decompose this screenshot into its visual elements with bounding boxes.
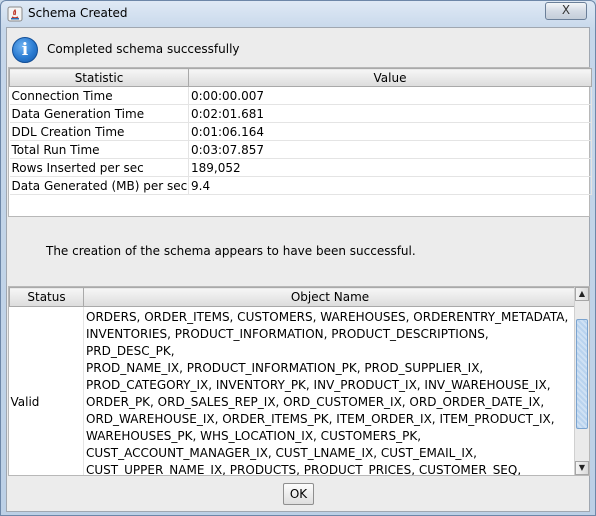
scroll-up-button[interactable]: ▲: [575, 287, 589, 301]
table-row[interactable]: Data Generation Time 0:02:01.681: [9, 104, 592, 123]
window-title: Schema Created: [28, 6, 128, 20]
close-icon: X: [561, 3, 571, 17]
table-row[interactable]: Total Run Time 0:03:07.857: [9, 140, 592, 159]
statistics-header-row: Statistic Value: [9, 68, 592, 87]
statistics-table: Statistic Value Connection Time 0:00:00.…: [9, 68, 592, 195]
schema-created-dialog: Schema Created X i Completed schema succ…: [0, 0, 596, 516]
statistic-value: 0:00:00.007: [188, 86, 592, 105]
arrow-up-icon: ▲: [578, 289, 586, 298]
table-row[interactable]: Data Generated (MB) per sec 9.4: [9, 176, 592, 195]
title-bar[interactable]: Schema Created X: [1, 1, 595, 27]
info-banner: i Completed schema successfully: [7, 30, 591, 66]
scroll-thumb[interactable]: [576, 319, 588, 429]
vertical-scrollbar[interactable]: ▲ ▼: [574, 287, 589, 475]
objects-table: Status Object Name Valid ORDERS, ORDER_I…: [9, 287, 577, 476]
statistic-value: 0:01:06.164: [188, 122, 592, 141]
info-icon: i: [12, 37, 38, 63]
statistic-name: Total Run Time: [9, 140, 189, 159]
statistic-value: 189,052: [188, 158, 592, 177]
table-row[interactable]: Valid ORDERS, ORDER_ITEMS, CUSTOMERS, WA…: [9, 306, 577, 476]
info-message: Completed schema successfully: [47, 42, 240, 56]
statistic-name: Rows Inserted per sec: [9, 158, 189, 177]
statistics-table-panel: Statistic Value Connection Time 0:00:00.…: [8, 67, 592, 217]
objects-table-panel: Status Object Name Valid ORDERS, ORDER_I…: [8, 286, 590, 476]
statistic-value: 0:02:01.681: [188, 104, 592, 123]
arrow-down-icon: ▼: [578, 463, 586, 472]
dialog-content: i Completed schema successfully Statisti…: [6, 27, 592, 512]
statistic-name: Data Generated (MB) per sec: [9, 176, 189, 195]
statistic-value: 0:03:07.857: [188, 140, 592, 159]
scroll-down-button[interactable]: ▼: [575, 461, 589, 475]
statistic-value: 9.4: [188, 176, 592, 195]
table-row[interactable]: DDL Creation Time 0:01:06.164: [9, 122, 592, 141]
column-header-object-name[interactable]: Object Name: [83, 287, 577, 307]
object-names: ORDERS, ORDER_ITEMS, CUSTOMERS, WAREHOUS…: [86, 310, 569, 476]
table-row[interactable]: Connection Time 0:00:00.007: [9, 86, 592, 105]
table-row[interactable]: Rows Inserted per sec 189,052: [9, 158, 592, 177]
object-status: Valid: [9, 306, 84, 475]
statistic-name: Data Generation Time: [9, 104, 189, 123]
objects-header-row: Status Object Name: [9, 287, 577, 307]
ok-button[interactable]: OK: [283, 483, 314, 505]
column-header-status[interactable]: Status: [9, 287, 84, 307]
column-header-statistic[interactable]: Statistic: [9, 68, 189, 87]
success-message: The creation of the schema appears to ha…: [46, 244, 416, 258]
close-button[interactable]: X: [545, 2, 587, 20]
statistic-name: Connection Time: [9, 86, 189, 105]
column-header-value[interactable]: Value: [188, 68, 592, 87]
statistic-name: DDL Creation Time: [9, 122, 189, 141]
java-app-icon: [7, 6, 23, 22]
